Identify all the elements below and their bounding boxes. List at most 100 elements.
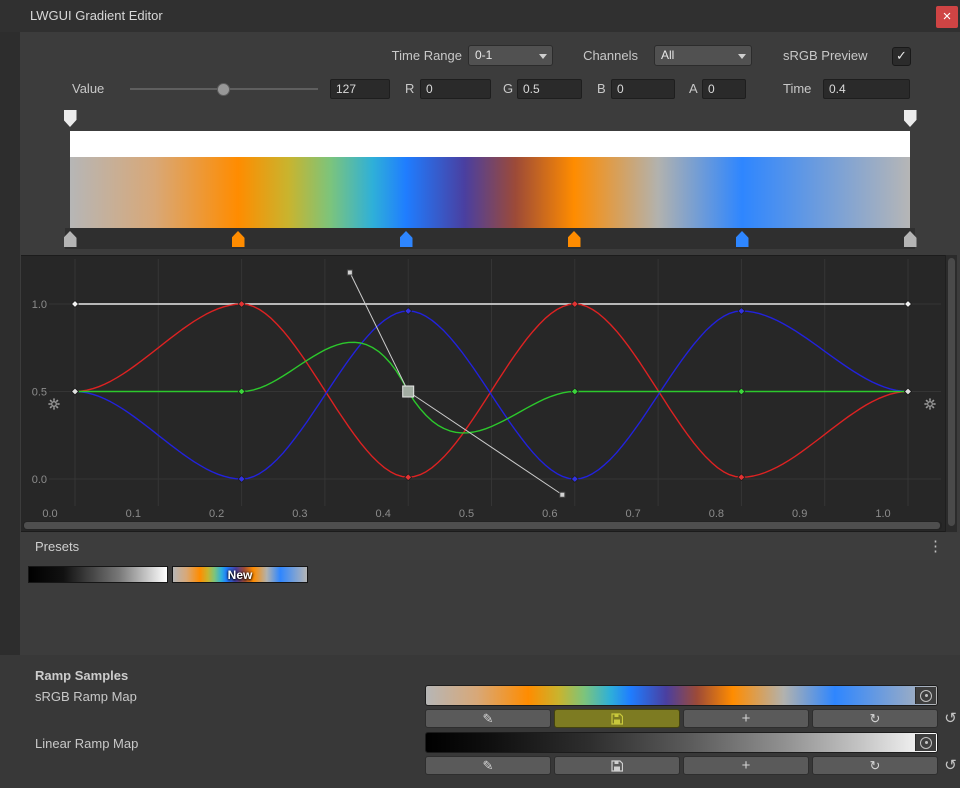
preset-swatch-new[interactable]: New xyxy=(172,566,308,583)
curve-key xyxy=(571,476,578,483)
linear-ramp-save-button[interactable] xyxy=(554,756,680,775)
preset-swatch-default[interactable] xyxy=(28,566,168,583)
tangent-handle xyxy=(560,492,565,497)
curve-key xyxy=(405,308,412,315)
x-axis-tick-label: 0.4 xyxy=(376,508,391,520)
y-axis-tick-label: 0.5 xyxy=(32,387,47,399)
object-picker-icon xyxy=(920,690,932,702)
srgb-ramp-refresh-button[interactable]: ↻ xyxy=(812,709,938,728)
color-key-row[interactable] xyxy=(70,231,910,247)
value-label: Value xyxy=(72,81,104,97)
srgb-preview-label: sRGB Preview xyxy=(783,48,868,64)
srgb-ramp-field[interactable] xyxy=(425,685,938,706)
preset-swatch-label: New xyxy=(173,567,307,582)
refresh-icon: ↻ xyxy=(870,711,881,727)
r-field[interactable] xyxy=(420,79,491,99)
srgb-ramp-edit-button[interactable]: ✎ xyxy=(425,709,551,728)
presets-menu-icon[interactable]: ⋮ xyxy=(928,537,943,555)
srgb-ramp-label: sRGB Ramp Map xyxy=(35,689,137,705)
srgb-ramp-add-button[interactable]: + xyxy=(683,709,809,728)
curve-key xyxy=(905,301,912,308)
y-axis-tick-label: 1.0 xyxy=(32,299,47,311)
tangent-line xyxy=(350,273,408,392)
x-axis-tick-label: 0.0 xyxy=(42,508,57,520)
curve-hscrollbar[interactable] xyxy=(23,521,942,530)
gradient-preview-strip[interactable] xyxy=(70,157,910,228)
value-field[interactable] xyxy=(330,79,390,99)
a-label: A xyxy=(689,81,698,97)
time-field[interactable] xyxy=(823,79,910,99)
g-field[interactable] xyxy=(517,79,582,99)
x-axis-tick-label: 0.5 xyxy=(459,508,474,520)
curve-key xyxy=(571,388,578,395)
curve-canvas[interactable]: 0.00.10.20.30.40.50.60.70.80.91.01.00.50… xyxy=(21,256,945,533)
window-title: LWGUI Gradient Editor xyxy=(30,8,163,24)
alpha-key-row[interactable] xyxy=(70,110,910,128)
curve-editor-panel: 0.00.10.20.30.40.50.60.70.80.91.01.00.50… xyxy=(21,255,945,532)
x-axis-tick-label: 0.8 xyxy=(709,508,724,520)
curve-hscrollbar-thumb[interactable] xyxy=(24,522,940,529)
tangent-handle xyxy=(347,270,352,275)
r-label: R xyxy=(405,81,414,97)
channels-label: Channels xyxy=(572,48,638,64)
gradient-color-key[interactable] xyxy=(400,231,413,247)
object-picker-icon xyxy=(920,737,932,749)
a-field[interactable] xyxy=(702,79,746,99)
chevron-down-icon xyxy=(539,54,547,59)
selected-curve-key xyxy=(403,386,414,397)
gradient-color-key[interactable] xyxy=(232,231,245,247)
curve-key xyxy=(238,301,245,308)
save-icon xyxy=(611,713,623,725)
curve-key xyxy=(905,388,912,395)
value-slider-thumb[interactable] xyxy=(217,83,230,96)
channels-value: All xyxy=(661,48,674,62)
window-titlebar[interactable]: LWGUI Gradient Editor × xyxy=(0,0,960,33)
curve-vscrollbar[interactable] xyxy=(945,255,957,532)
close-button[interactable]: × xyxy=(936,6,958,28)
time-range-dropdown[interactable]: 0-1 xyxy=(468,45,553,66)
object-picker-button[interactable] xyxy=(915,734,936,751)
curve-settings-gear-icon xyxy=(924,398,935,409)
x-axis-tick-label: 1.0 xyxy=(875,508,890,520)
b-label: B xyxy=(597,81,606,97)
x-axis-tick-label: 0.1 xyxy=(126,508,141,520)
x-axis-tick-label: 0.7 xyxy=(625,508,640,520)
refresh-icon: ↻ xyxy=(870,758,881,774)
plus-icon: + xyxy=(742,757,751,774)
pencil-icon: ✎ xyxy=(483,758,494,774)
y-axis-tick-label: 0.0 xyxy=(32,474,47,486)
b-field[interactable] xyxy=(611,79,675,99)
linear-ramp-field[interactable] xyxy=(425,732,938,753)
chevron-down-icon xyxy=(738,54,746,59)
x-axis-tick-label: 0.9 xyxy=(792,508,807,520)
x-axis-tick-label: 0.6 xyxy=(542,508,557,520)
curve-key xyxy=(738,388,745,395)
curve-key xyxy=(738,308,745,315)
curve-key xyxy=(571,301,578,308)
linear-ramp-edit-button[interactable]: ✎ xyxy=(425,756,551,775)
curve-key xyxy=(738,474,745,481)
object-picker-button[interactable] xyxy=(915,687,936,704)
channels-dropdown[interactable]: All xyxy=(654,45,752,66)
curve-key xyxy=(238,476,245,483)
curve-key xyxy=(405,474,412,481)
gradient-color-key[interactable] xyxy=(568,231,581,247)
gradient-color-key[interactable] xyxy=(736,231,749,247)
plus-icon: + xyxy=(742,710,751,727)
presets-title: Presets xyxy=(35,539,79,555)
lwgui-gradient-editor-window: { "window": { "title": "LWGUI Gradient E… xyxy=(0,0,960,788)
srgb-preview-checkbox[interactable]: ✓ xyxy=(892,47,911,66)
g-label: G xyxy=(503,81,513,97)
linear-ramp-add-button[interactable]: + xyxy=(683,756,809,775)
linear-ramp-undo-icon[interactable]: ↺ xyxy=(942,757,959,774)
alpha-preview-strip[interactable] xyxy=(70,131,910,157)
pencil-icon: ✎ xyxy=(483,711,494,727)
curve-settings-gear-icon xyxy=(48,398,59,409)
srgb-ramp-save-button[interactable] xyxy=(554,709,680,728)
window-left-margin xyxy=(0,32,20,655)
linear-ramp-refresh-button[interactable]: ↻ xyxy=(812,756,938,775)
curve-vscrollbar-thumb[interactable] xyxy=(948,258,955,526)
time-range-label: Time Range xyxy=(368,48,462,64)
ramp-samples-title: Ramp Samples xyxy=(35,668,128,684)
srgb-ramp-undo-icon[interactable]: ↺ xyxy=(942,710,959,727)
